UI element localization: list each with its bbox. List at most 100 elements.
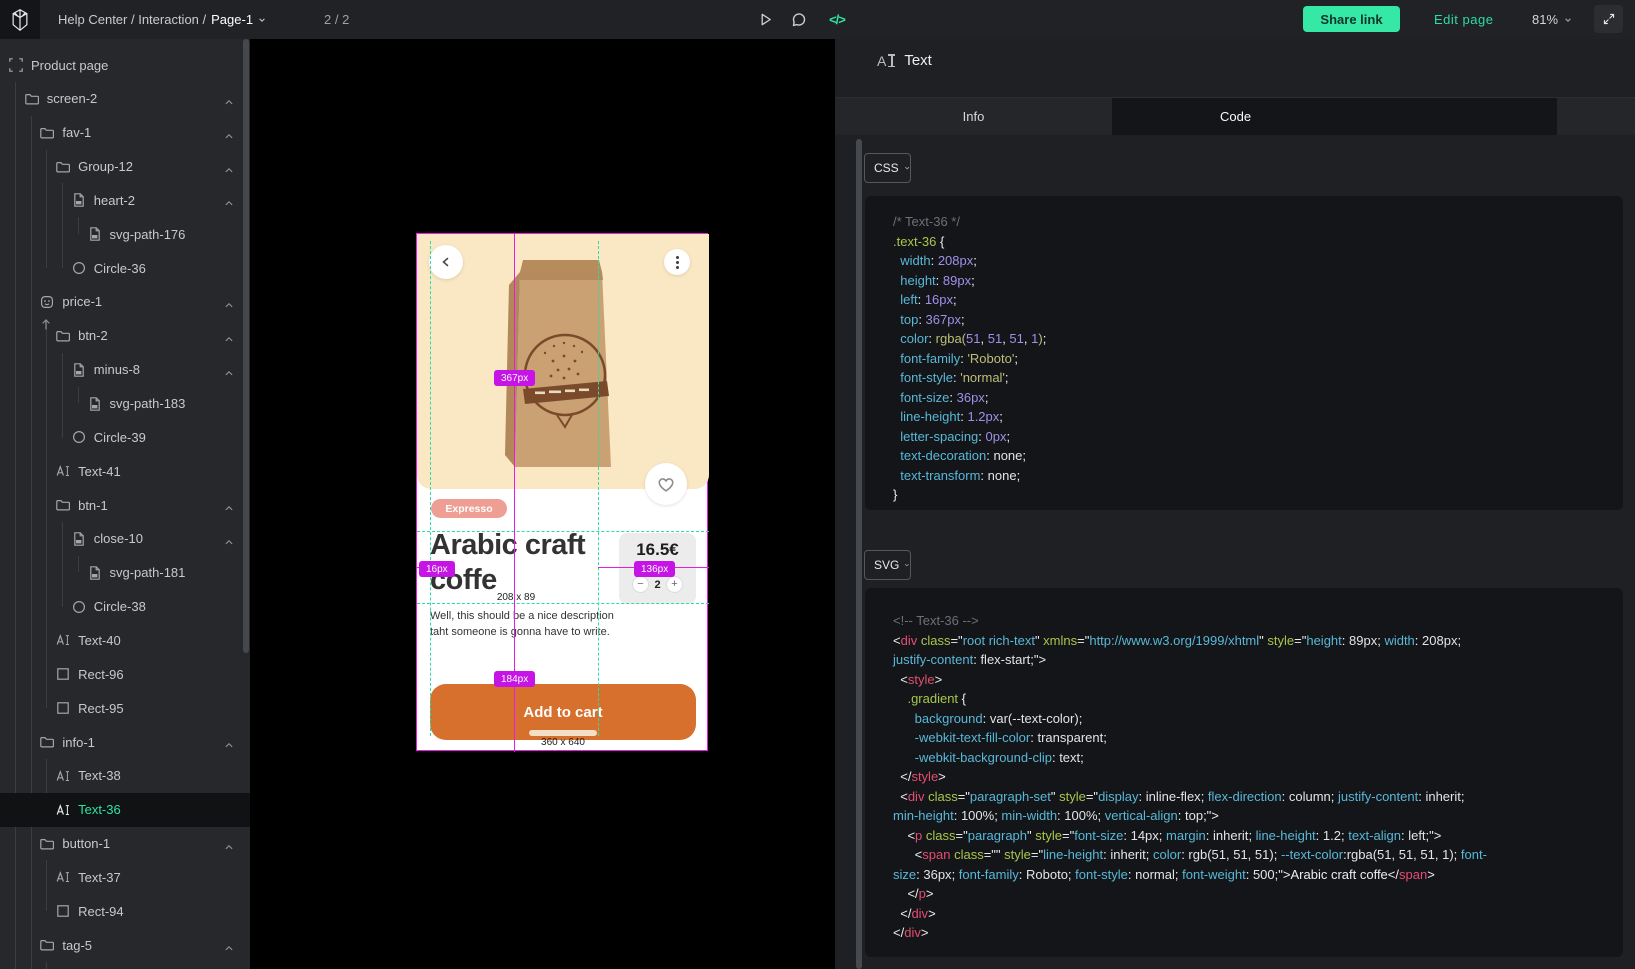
chevron-down-icon [258,16,266,24]
panel-scrollbar[interactable] [856,139,862,969]
sidebar-scrollbar[interactable] [243,39,249,653]
text-icon [55,802,71,818]
layer-row-close-10[interactable]: close-10 [0,522,250,556]
folder-icon [55,497,71,513]
code-panel-button[interactable]: </> [822,0,852,39]
layer-row-text-40[interactable]: Text-40 [0,623,250,657]
chevron-up-icon[interactable] [224,737,234,747]
chevron-up-icon[interactable] [224,365,234,375]
layer-row-text-41[interactable]: Text-41 [0,454,250,488]
layer-row-text-36[interactable]: Text-36 [0,793,250,827]
zoom-level: 81% [1532,12,1558,27]
layer-row-product page[interactable]: Product page [0,48,250,82]
layer-row-rect-95[interactable]: Rect-95 [0,691,250,725]
chevron-up-icon[interactable] [224,162,234,172]
home-indicator [529,730,597,736]
layer-row-circle-39[interactable]: Circle-39 [0,420,250,454]
layer-row-svg-path-181[interactable]: svg-path-181 [0,556,250,590]
code-line: width: 208px; [893,251,1603,271]
code-line: font-size: 36px; [893,388,1603,408]
quantity-decrease-button[interactable]: − [632,576,649,593]
code-line: height: 89px; [893,271,1603,291]
layer-row-svg-path-176[interactable]: svg-path-176 [0,217,250,251]
layer-label: fav-1 [62,125,91,140]
chevron-down-icon [904,164,910,172]
app-logo[interactable] [0,0,40,39]
rect-icon [55,700,71,716]
code-line: <div class="paragraph-set" style="displa… [893,787,1603,807]
layer-row-price-1[interactable]: price-1 [0,285,250,319]
inspector-panel: A Text Info Code CSS /* Text-36 */.text-… [835,39,1635,969]
edit-page-link[interactable]: Edit page [1434,0,1493,39]
artboard-size-label: 360 x 640 [417,737,709,748]
chevron-up-icon[interactable] [224,94,234,104]
layer-row-svg-path-183[interactable]: svg-path-183 [0,387,250,421]
layer-label: Text-40 [78,633,121,648]
coffee-bag-illustration [501,257,621,471]
favorite-button[interactable] [645,463,687,505]
code-line: <!-- Text-36 --> [893,611,1603,631]
layer-label: close-10 [94,531,143,546]
back-button[interactable] [429,245,463,279]
selection-guide-right [598,241,599,736]
artboard-product-page[interactable]: Expresso Arabic craft coffe 208 x 89 16.… [416,233,708,751]
code-line: /* Text-36 */ [893,212,1603,232]
layer-label: Text-36 [78,802,121,817]
layer-label: Circle-36 [94,261,146,276]
layer-row-circle-38[interactable]: Circle-38 [0,590,250,624]
panel-title: Text [904,52,932,69]
layer-row-group-12[interactable]: Group-12 [0,150,250,184]
svg-language-select[interactable]: SVG [864,550,911,580]
svgfile-icon [71,362,87,378]
tab-code[interactable]: Code [1112,98,1557,135]
chevron-up-icon[interactable] [224,195,234,205]
layer-row-rect-94[interactable]: Rect-94 [0,894,250,928]
breadcrumb[interactable]: Help Center / Interaction / Page-1 [58,0,266,39]
measure-badge-bottom: 184px [494,671,535,687]
chevron-up-icon[interactable] [224,940,234,950]
layer-label: button-1 [62,836,110,851]
measure-badge-left: 16px [419,561,455,577]
layer-row-screen-2[interactable]: screen-2 [0,82,250,116]
quantity-increase-button[interactable]: + [666,576,683,593]
design-canvas[interactable]: Expresso Arabic craft coffe 208 x 89 16.… [250,39,835,969]
chevron-up-icon[interactable] [224,534,234,544]
chevron-up-icon[interactable] [224,297,234,307]
chevron-up-icon[interactable] [224,500,234,510]
layer-label: svg-path-181 [110,565,186,580]
more-options-button[interactable] [664,249,690,275]
css-language-select[interactable]: CSS [864,153,911,183]
layer-row-text-37[interactable]: Text-37 [0,860,250,894]
plus-icon: + [671,579,677,590]
folder-icon [24,91,40,107]
play-button[interactable] [750,0,780,39]
layer-label: Rect-95 [78,701,124,716]
product-title[interactable]: Arabic craft coffe [430,528,604,598]
text-icon [55,463,71,479]
fullscreen-button[interactable] [1594,5,1623,33]
share-link-button[interactable]: Share link [1303,6,1400,32]
layer-row-btn-2[interactable]: btn-2 [0,319,250,353]
category-tag[interactable]: Expresso [431,499,507,518]
layer-row-minus-8[interactable]: minus-8 [0,353,250,387]
layer-row-info-1[interactable]: info-1 [0,725,250,759]
layer-row-fav-1[interactable]: fav-1 [0,116,250,150]
comment-button[interactable] [784,0,814,39]
code-line: <div class="root rich-text" xmlns="http:… [893,631,1603,651]
code-line: } [893,485,1603,505]
layer-row-text-38[interactable]: Text-38 [0,759,250,793]
tab-info[interactable]: Info [835,98,1112,135]
layer-row-button-1[interactable]: button-1 [0,827,250,861]
layer-row-tag-5[interactable]: tag-5 [0,928,250,962]
layer-row-rect-96[interactable]: Rect-96 [0,657,250,691]
layer-row-heart-2[interactable]: heart-2 [0,183,250,217]
zoom-control[interactable]: 81% [1532,0,1572,39]
chevron-up-icon[interactable] [224,128,234,138]
chevron-up-icon[interactable] [224,331,234,341]
chevron-up-icon[interactable] [224,839,234,849]
layer-row-btn-1[interactable]: btn-1 [0,488,250,522]
circle-icon [71,599,87,615]
layer-row-circle-36[interactable]: Circle-36 [0,251,250,285]
chevron-down-icon [904,561,910,569]
folder-icon [55,328,71,344]
